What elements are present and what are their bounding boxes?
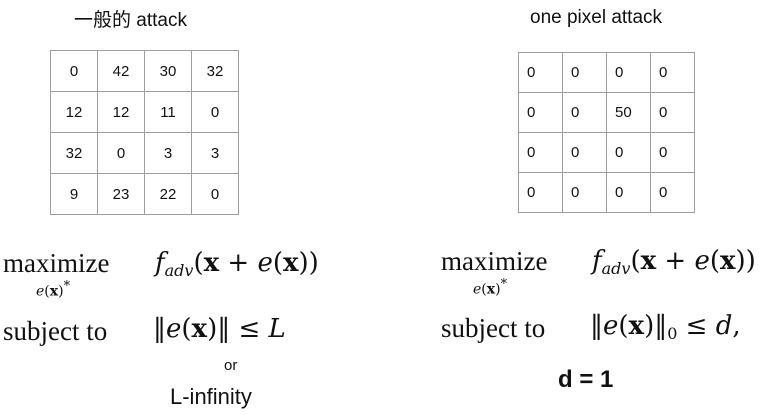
grid-cell: 0 [518,132,563,173]
grid-row: 12 12 11 0 [50,91,239,133]
left-subject-label: subject to [3,316,108,346]
left-title: 一般的 attack [74,10,187,31]
right-d-note: d = 1 [558,366,614,393]
grid-cell: 42 [97,50,145,92]
grid-cell: 0 [650,172,695,213]
grid-cell: 0 [518,52,563,93]
grid-cell: 3 [144,132,192,174]
grid-cell: 0 [650,52,695,93]
grid-row: 0 42 30 32 [50,50,239,92]
right-subject-label: subject to [441,313,546,343]
grid-row: 32 0 3 3 [50,132,239,174]
right-maximize-subscript: e(x)* [473,277,508,298]
grid-cell: 11 [144,91,192,133]
grid-row: 0000 [518,52,695,93]
grid-cell: 9 [50,173,98,215]
grid-cell: 0 [562,172,607,213]
grid-row: 0000 [518,132,695,173]
grid-cell: 0 [606,52,651,93]
grid-cell: 32 [191,50,239,92]
left-or-label: or [224,357,238,374]
grid-cell: 0 [50,50,98,92]
grid-cell: 50 [606,92,651,133]
grid-cell: 0 [518,172,563,213]
left-maximize-label: maximize [3,248,110,278]
grid-cell: 12 [50,91,98,133]
right-constraint: ‖e(x)‖0 ≤ d, [590,311,741,343]
grid-cell: 0 [606,132,651,173]
grid-cell: 3 [191,132,239,174]
grid-row: 9 23 22 0 [50,173,239,215]
right-objective: fadv(x + e(x)) [592,246,756,278]
right-title: one pixel attack [530,7,663,28]
right-perturbation-grid: 0 0 0 0 0 0 50 0 0 0 0 0 0 0 0 0 [518,52,695,213]
left-norm-note: L-infinity [170,384,252,409]
grid-cell: 30 [144,50,192,92]
grid-cell: 0 [606,172,651,213]
grid-cell: 12 [97,91,145,133]
grid-cell: 0 [562,132,607,173]
grid-cell: 0 [97,132,145,174]
grid-cell: 0 [191,173,239,215]
right-maximize-label: maximize [441,246,548,276]
left-maximize-subscript: e(x)* [36,279,71,300]
grid-cell: 32 [50,132,98,174]
grid-cell: 0 [650,132,695,173]
left-perturbation-grid: 0 42 30 32 12 12 11 0 32 0 3 3 9 23 22 0 [50,50,239,215]
grid-cell: 23 [97,173,145,215]
grid-cell: 0 [562,92,607,133]
grid-cell: 0 [518,92,563,133]
grid-cell: 22 [144,173,192,215]
grid-cell: 0 [650,92,695,133]
grid-row: 0000 [518,172,695,213]
grid-cell: 0 [562,52,607,93]
grid-row: 0 0 50 0 [518,92,695,133]
left-constraint: ‖e(x)‖ ≤ L [153,314,286,344]
left-objective: fadv(x + e(x)) [155,248,319,280]
grid-cell: 0 [191,91,239,133]
